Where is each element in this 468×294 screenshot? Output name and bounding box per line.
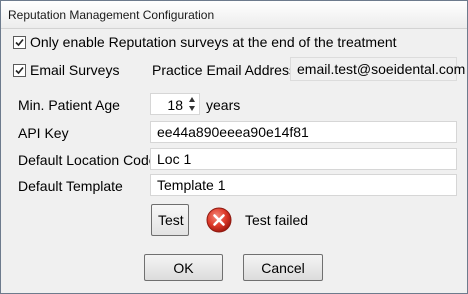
template-input[interactable] — [150, 174, 457, 196]
spin-down-icon[interactable] — [187, 104, 197, 113]
dialog-window: Reputation Management Configuration Only… — [0, 0, 468, 294]
min-age-spinner[interactable]: 18 — [150, 93, 200, 115]
api-key-input[interactable] — [150, 121, 457, 143]
end-of-treatment-checkbox[interactable] — [13, 36, 26, 49]
spin-up-icon[interactable] — [187, 95, 197, 104]
practice-email-label: Practice Email Address — [152, 62, 296, 78]
error-icon — [206, 207, 232, 233]
template-label: Default Template — [18, 178, 123, 194]
location-code-input[interactable] — [150, 148, 457, 170]
location-code-label: Default Location Code — [18, 152, 157, 168]
min-age-value: 18 — [167, 97, 183, 113]
min-age-label: Min. Patient Age — [18, 97, 120, 113]
api-key-label: API Key — [18, 125, 69, 141]
end-of-treatment-label: Only enable Reputation surveys at the en… — [30, 34, 397, 50]
window-title: Reputation Management Configuration — [8, 8, 215, 22]
ok-button[interactable]: OK — [144, 254, 223, 281]
test-status-text: Test failed — [245, 212, 309, 228]
email-surveys-label: Email Surveys — [30, 62, 120, 78]
checkmark-icon — [15, 66, 24, 75]
test-button[interactable]: Test — [151, 204, 189, 236]
title-bar: Reputation Management Configuration — [1, 1, 467, 29]
checkmark-icon — [15, 38, 24, 47]
email-surveys-checkbox[interactable] — [13, 64, 26, 77]
practice-email-field: email.test@soeidental.com — [290, 57, 465, 81]
min-age-unit: years — [206, 97, 241, 113]
cancel-button[interactable]: Cancel — [243, 254, 323, 281]
